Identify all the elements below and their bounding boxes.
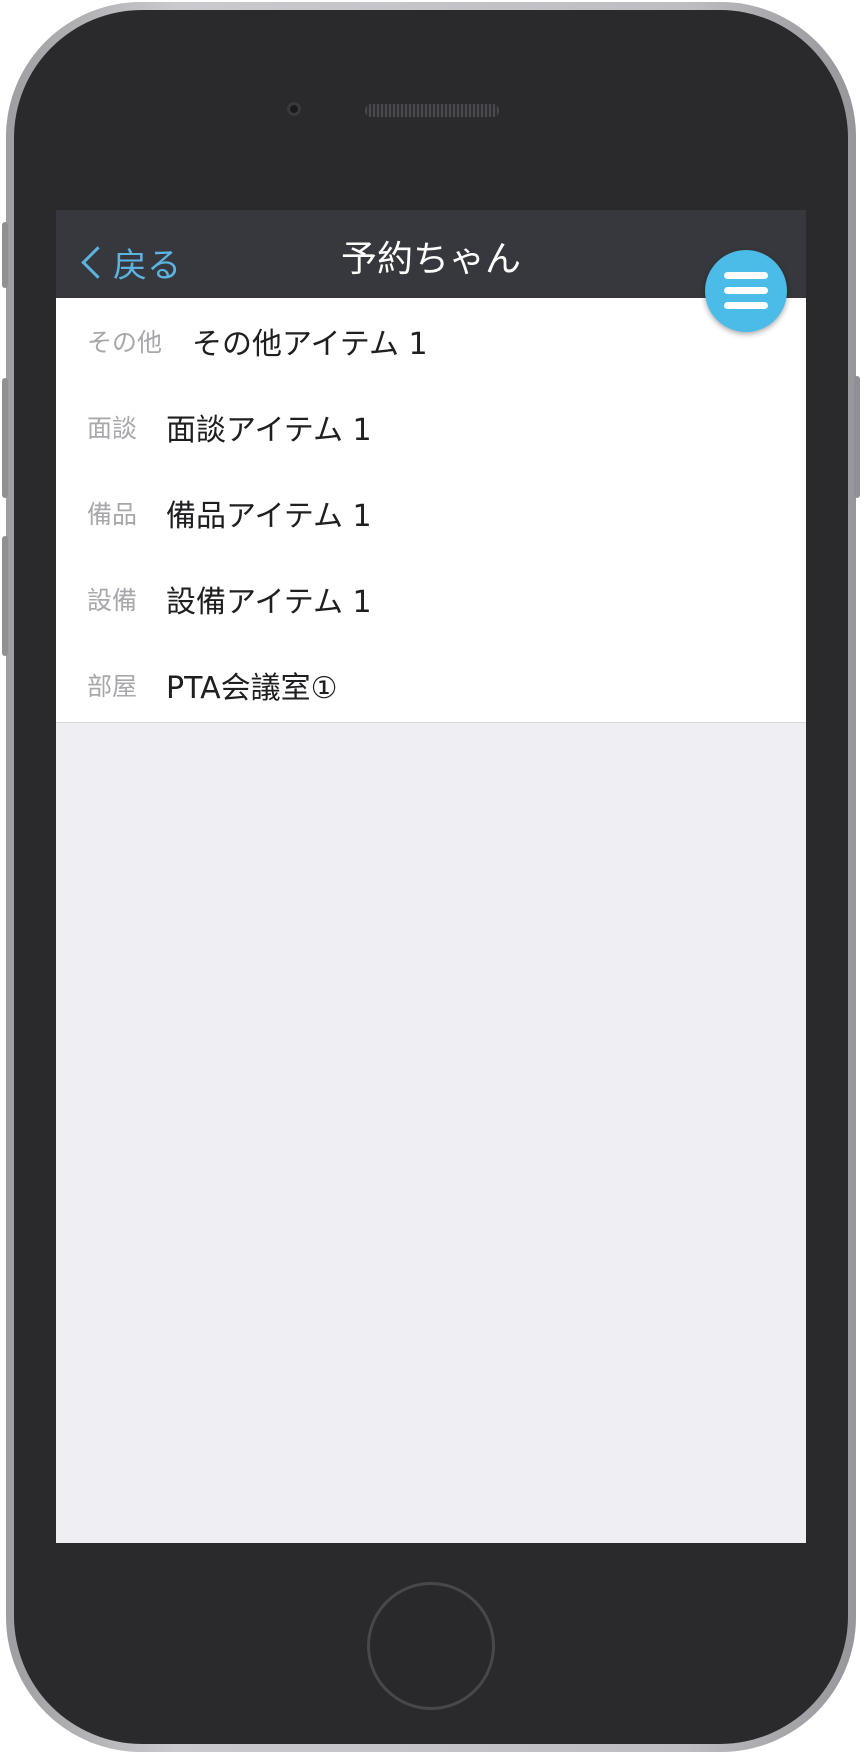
app-screen: 戻る 予約ちゃん その他 その他アイテム 1 面談 面談アイテム 1 備品 備品… <box>56 210 806 1543</box>
item-category-label: 備品 <box>87 500 138 529</box>
list-item[interactable]: 部屋 PTA会議室① <box>56 642 806 728</box>
item-name: 面談アイテム 1 <box>166 413 372 448</box>
list-item[interactable]: その他 その他アイテム 1 <box>56 298 806 384</box>
power-button <box>854 376 860 498</box>
item-name: その他アイテム 1 <box>192 327 428 362</box>
item-category-label: 部屋 <box>87 672 138 701</box>
item-list: その他 その他アイテム 1 面談 面談アイテム 1 備品 備品アイテム 1 設備… <box>56 298 806 723</box>
volume-up-button <box>2 378 8 498</box>
item-category-label: 設備 <box>87 586 138 615</box>
mute-switch <box>2 222 8 288</box>
item-category-label: その他 <box>87 328 163 357</box>
list-item[interactable]: 設備 設備アイテム 1 <box>56 556 806 642</box>
item-name: PTA会議室① <box>166 671 338 706</box>
page-title: 予約ちゃん <box>340 239 521 280</box>
menu-button[interactable] <box>705 250 787 332</box>
home-button[interactable] <box>367 1582 495 1710</box>
item-category-label: 面談 <box>87 414 138 443</box>
front-camera <box>287 102 301 116</box>
item-name: 備品アイテム 1 <box>166 499 372 534</box>
volume-down-button <box>2 536 8 656</box>
earpiece-speaker <box>365 104 499 117</box>
list-item[interactable]: 備品 備品アイテム 1 <box>56 470 806 556</box>
item-name: 設備アイテム 1 <box>166 585 372 620</box>
navigation-bar: 戻る 予約ちゃん <box>56 210 806 298</box>
list-item[interactable]: 面談 面談アイテム 1 <box>56 384 806 470</box>
